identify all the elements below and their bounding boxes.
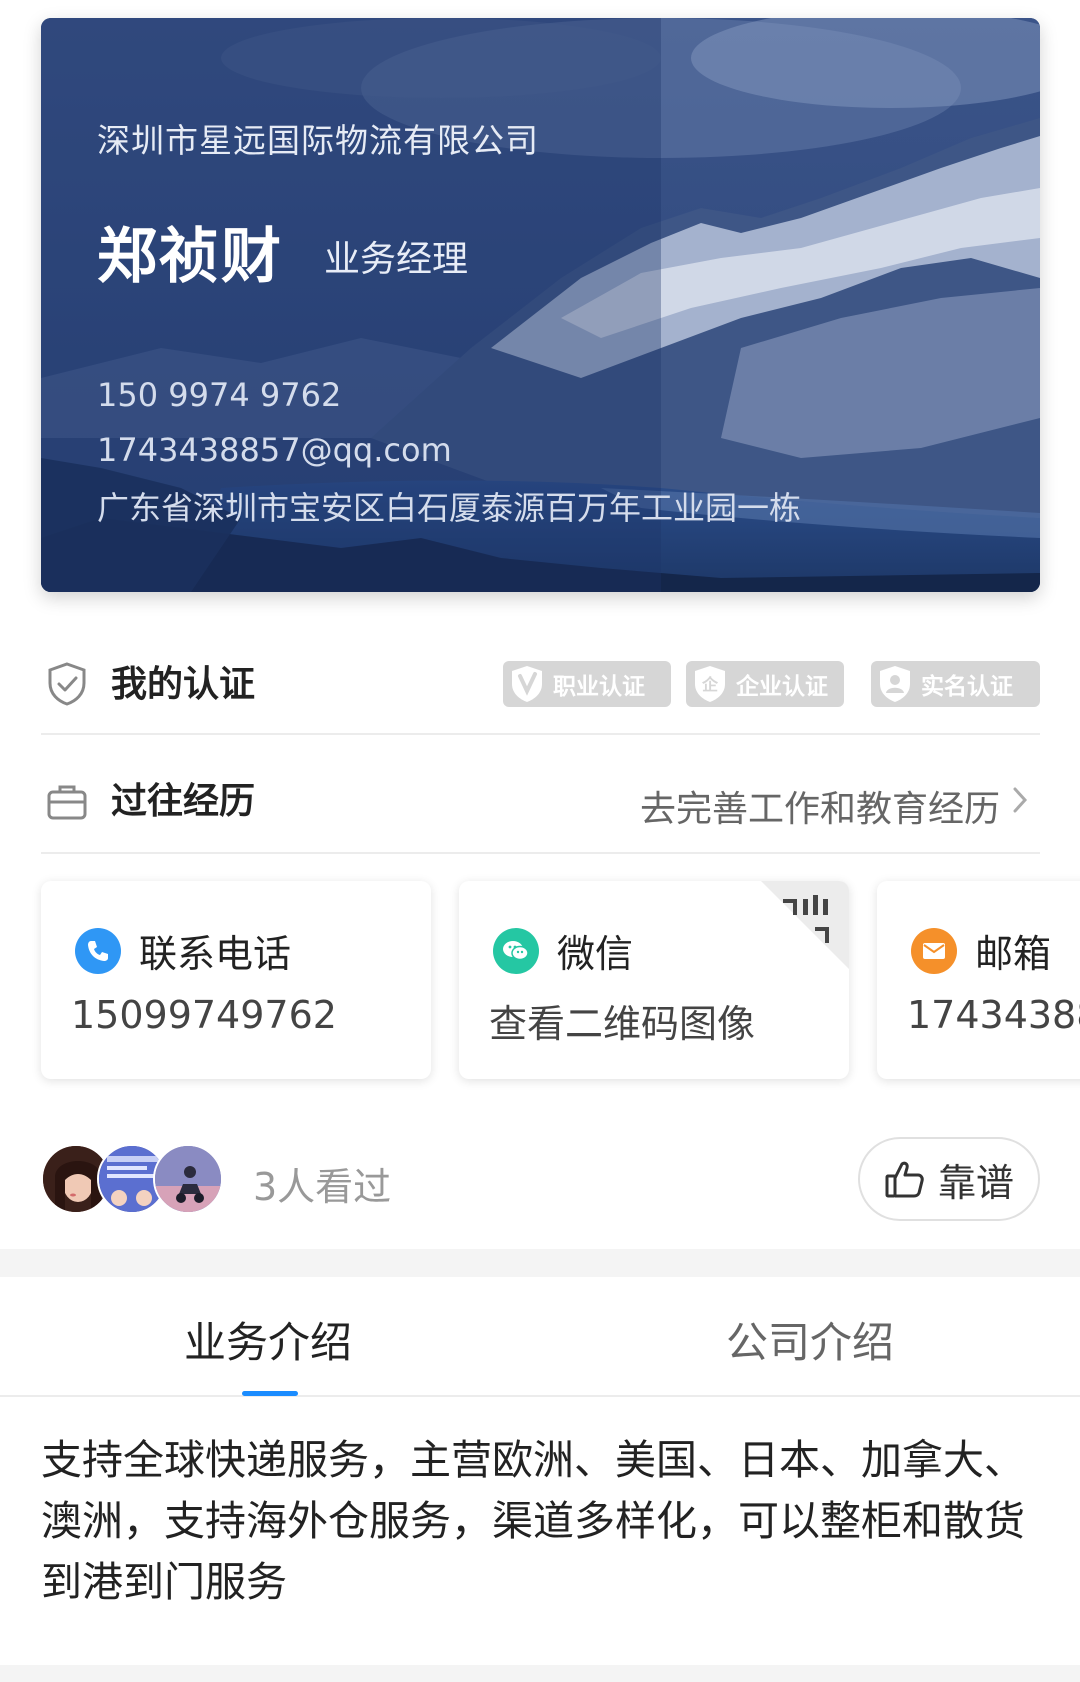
contact-card-wechat[interactable]: 微信 查看二维码图像 (459, 881, 849, 1079)
section-divider (0, 1249, 1080, 1277)
like-button[interactable]: 靠谱 (858, 1137, 1040, 1221)
business-description: 支持全球快递服务，主营欧洲、美国、日本、加拿大、澳洲，支持海外仓服务，渠道多样化… (41, 1436, 1025, 1606)
badge-realname-label: 实名认证 (921, 674, 1013, 700)
card-email: 1743438857@qq.com (97, 431, 452, 469)
certification-row[interactable]: 我的认证 职业认证 企 企业认证 实名认证 (41, 625, 1040, 735)
active-tab-indicator (242, 1391, 298, 1396)
contact-wechat-label: 微信 (557, 932, 634, 976)
person-name: 郑祯财 (97, 222, 283, 292)
person-shield-icon (877, 665, 913, 703)
tab-company-intro[interactable]: 公司介绍 (726, 1309, 894, 1370)
card-address: 广东省深圳市宝安区白石厦泰源百万年工业园一栋 (97, 489, 802, 527)
business-card: 深圳市星远国际物流有限公司 郑祯财 业务经理 150 9974 9762 174… (41, 18, 1040, 592)
contact-wechat-value: 查看二维码图像 (489, 1002, 756, 1046)
badge-professional[interactable]: 职业认证 (503, 661, 671, 707)
experience-row[interactable]: 过往经历 去完善工作和教育经历 (41, 742, 1040, 854)
tab-bar: 业务介绍 公司介绍 (0, 1277, 1080, 1397)
thumbs-up-icon (885, 1161, 924, 1198)
contact-card-email[interactable]: 邮箱 1743438857@qq.com (877, 881, 1080, 1079)
badge-realname[interactable]: 实名认证 (871, 661, 1040, 707)
contact-card-phone[interactable]: 联系电话 15099749762 (41, 881, 431, 1079)
viewer-avatar-3[interactable] (153, 1144, 223, 1214)
badge-enterprise[interactable]: 企 企业认证 (686, 661, 844, 707)
company-name: 深圳市星远国际物流有限公司 (97, 121, 539, 160)
contact-email-label: 邮箱 (975, 932, 1052, 976)
briefcase-icon (46, 782, 88, 826)
contact-phone-label: 联系电话 (139, 932, 292, 976)
shield-check-icon (46, 661, 88, 711)
card-phone: 150 9974 9762 (97, 376, 342, 414)
chevron-right-icon (1012, 786, 1028, 818)
job-title: 业务经理 (324, 239, 469, 280)
svg-text:企: 企 (701, 675, 719, 694)
mail-icon (911, 928, 957, 974)
badge-professional-label: 职业认证 (553, 674, 645, 700)
viewers-count: 3人看过 (253, 1165, 392, 1209)
v-shield-icon (509, 665, 545, 703)
certification-label: 我的认证 (111, 664, 256, 705)
qr-code-corner-icon (761, 881, 849, 969)
complete-experience-link[interactable]: 去完善工作和教育经历 (640, 780, 1000, 832)
phone-icon (75, 928, 121, 974)
tab-business-intro[interactable]: 业务介绍 (184, 1309, 352, 1370)
wechat-icon (493, 928, 539, 974)
like-label: 靠谱 (937, 1160, 1014, 1205)
bottom-divider (0, 1665, 1080, 1682)
experience-label: 过往经历 (111, 781, 256, 822)
contact-email-value: 1743438857@qq.com (907, 993, 1080, 1037)
enterprise-shield-icon: 企 (692, 665, 728, 703)
contact-phone-value: 15099749762 (71, 993, 337, 1037)
badge-enterprise-label: 企业认证 (736, 674, 828, 700)
